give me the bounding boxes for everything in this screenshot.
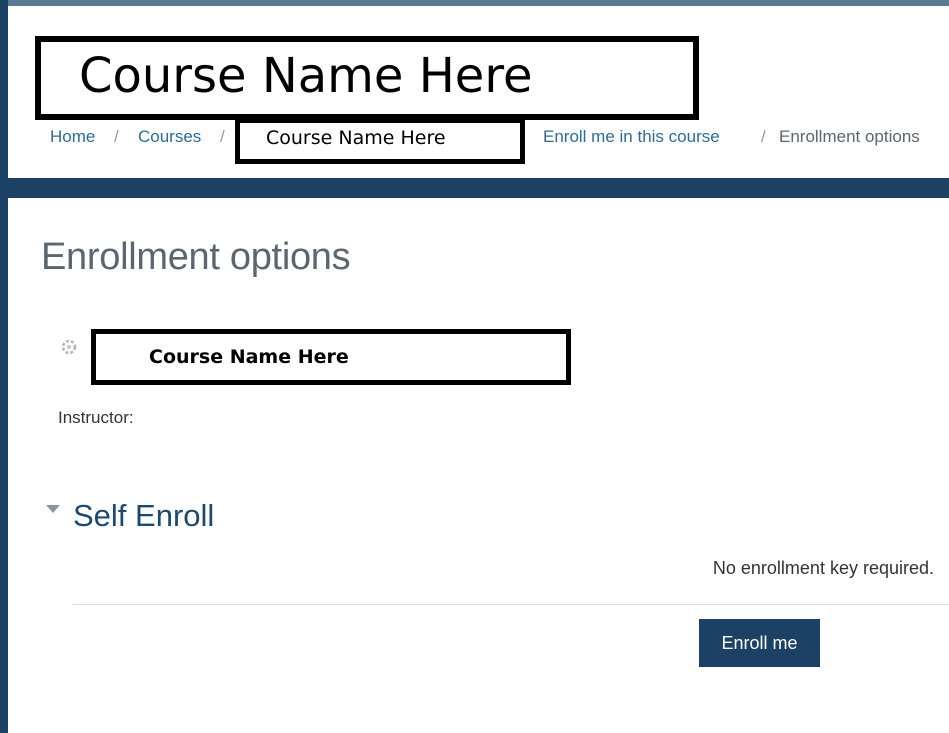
course-title-redaction-box: Course Name Here <box>35 36 699 120</box>
breadcrumb-course-link[interactable]: Course Name Here <box>266 127 446 149</box>
enroll-me-button[interactable]: Enroll me <box>699 619 820 667</box>
breadcrumb-home-link[interactable]: Home <box>50 126 95 148</box>
instructor-label: Instructor: <box>58 408 134 427</box>
breadcrumb-course-redaction-box[interactable]: Course Name Here <box>235 118 525 164</box>
self-enroll-section-title[interactable]: Self Enroll <box>73 498 214 534</box>
breadcrumb-separator: / <box>761 127 766 146</box>
breadcrumb-enroll-link[interactable]: Enroll me in this course <box>543 126 720 148</box>
page-title: Enrollment options <box>41 236 351 278</box>
course-title: Course Name Here <box>79 48 533 104</box>
breadcrumb-current: Enrollment options <box>779 127 920 146</box>
navbar <box>8 178 949 198</box>
page: Course Name Here Home / Courses / Enroll… <box>0 0 949 733</box>
breadcrumb-separator: / <box>220 127 225 146</box>
course-name-redaction-box[interactable]: Course Name Here <box>91 329 571 385</box>
course-name-link[interactable]: Course Name Here <box>149 346 349 368</box>
page-header: Course Name Here Home / Courses / Enroll… <box>8 6 949 178</box>
chevron-down-icon[interactable] <box>46 505 60 513</box>
divider <box>73 604 949 605</box>
course-icon <box>60 338 78 356</box>
breadcrumb-separator: / <box>114 127 119 146</box>
left-border <box>0 0 8 733</box>
enrollment-key-note: No enrollment key required. <box>712 558 934 578</box>
main-content: Enrollment options Course Name Here Inst… <box>8 198 949 733</box>
breadcrumb-courses-link[interactable]: Courses <box>138 126 201 148</box>
